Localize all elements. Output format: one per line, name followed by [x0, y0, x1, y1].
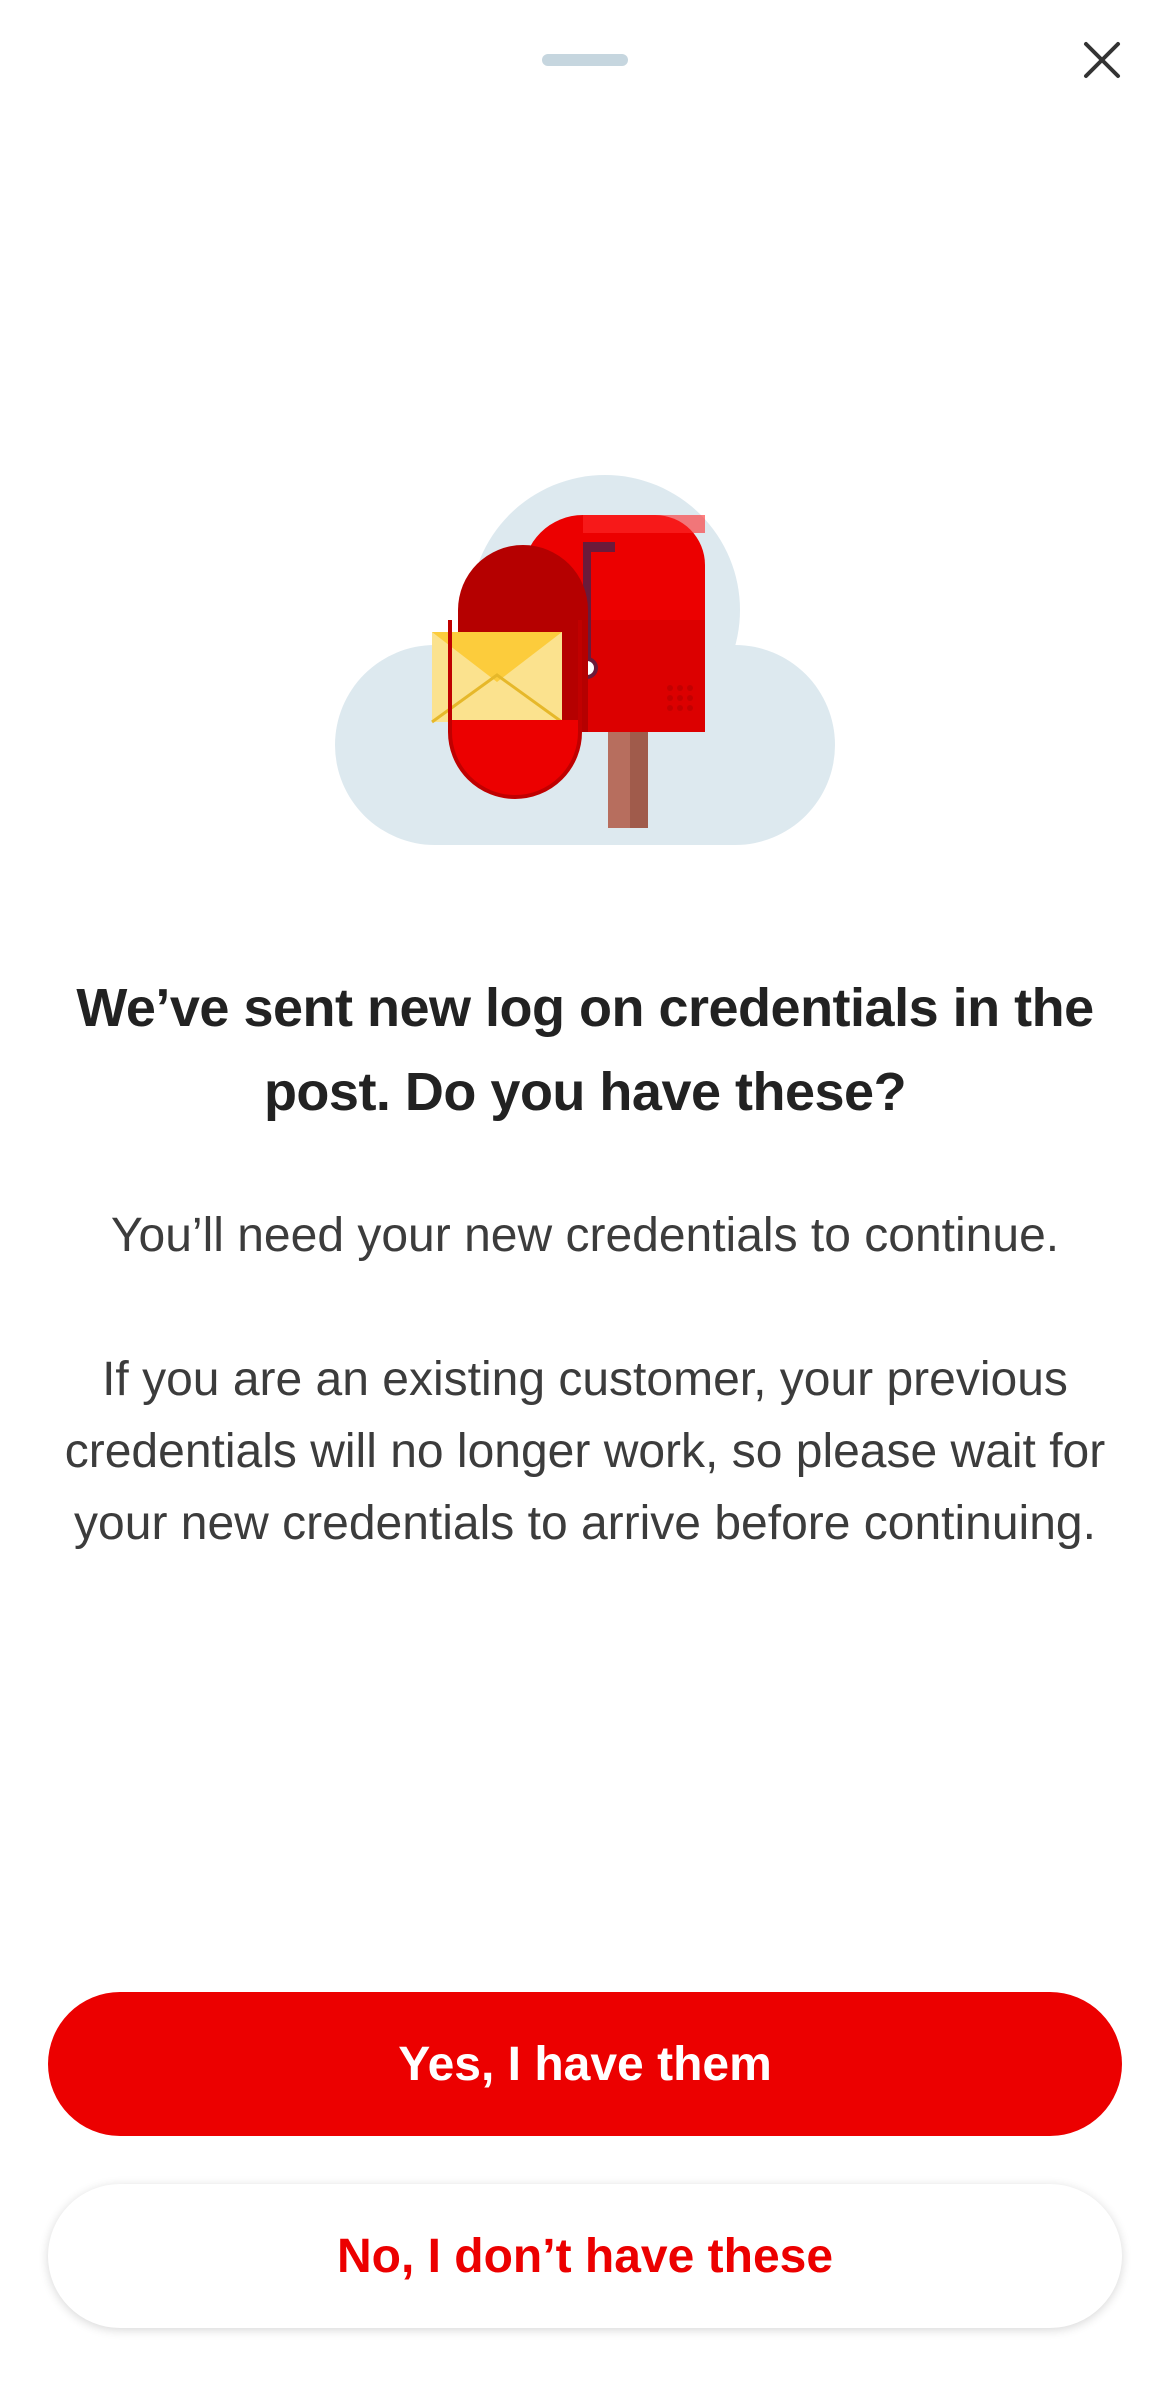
info-paragraph-2: If you are an existing customer, your pr…	[64, 1353, 1106, 1550]
no-dont-have-label: No, I don’t have these	[336, 2229, 834, 2283]
close-button[interactable]	[1070, 28, 1134, 92]
mailbox-with-letter-icon	[335, 475, 835, 845]
close-icon	[1084, 42, 1120, 78]
yes-have-them-button[interactable]: Yes, I have them	[48, 1992, 1122, 2136]
page-title: We’ve sent new log on credentials in the…	[76, 978, 1094, 1122]
info-paragraph-1: You’ll need your new credentials to cont…	[110, 1209, 1060, 1262]
yes-have-them-label: Yes, I have them	[398, 2037, 772, 2091]
no-dont-have-button[interactable]: No, I don’t have these	[48, 2184, 1122, 2328]
drag-handle[interactable]	[542, 54, 628, 66]
